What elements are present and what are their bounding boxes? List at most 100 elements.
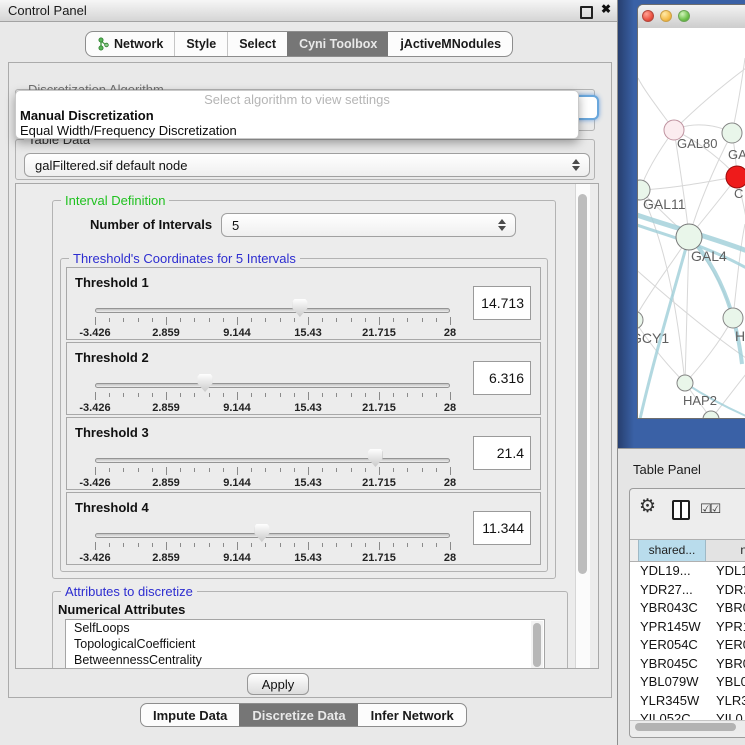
cell-shared-name: YPR145W <box>638 618 706 637</box>
threshold-2-label: Threshold 2 <box>75 350 149 365</box>
bottom-tab-impute-data-label: Impute Data <box>153 708 227 723</box>
cell-shared-name: YBR045C <box>638 655 706 674</box>
close-icon[interactable]: ✖ <box>601 2 611 16</box>
threshold-4-slider[interactable]: -3.4262.8599.14415.4321.71528 <box>95 519 450 563</box>
gene-node[interactable] <box>722 123 742 143</box>
threshold-1-slider-thumb[interactable] <box>292 299 307 317</box>
tab-cyni-toolbox[interactable]: Cyni Toolbox <box>287 32 388 56</box>
hap2-node[interactable] <box>677 375 693 391</box>
attribute-list-item-topologicalcoefficient[interactable]: TopologicalCoefficient <box>66 636 544 652</box>
tab-select[interactable]: Select <box>227 32 287 56</box>
tick-mark <box>209 543 210 547</box>
network-graph[interactable]: GAL80GACGAL11GAL4GCY1HHAP2 <box>638 28 745 419</box>
node-label-gal4: GAL4 <box>691 248 727 264</box>
tick-mark <box>223 543 224 547</box>
tick-mark <box>95 467 96 475</box>
network-edge[interactable] <box>685 237 689 383</box>
tick-mark <box>109 468 110 472</box>
table-row[interactable]: YDL19...YDL1 <box>630 562 745 581</box>
tick-mark <box>109 393 110 397</box>
gcy1-node[interactable] <box>638 311 643 329</box>
bottom-tab-discretize-data[interactable]: Discretize Data <box>239 704 357 726</box>
gear-icon[interactable]: ⚙ <box>639 495 656 518</box>
network-edge[interactable] <box>640 177 737 190</box>
table-row[interactable]: YIL052CYIL0 <box>630 710 745 720</box>
table-data-group: Table Data galFiltered.sif default node <box>15 139 595 180</box>
threshold-1-label: Threshold 1 <box>75 275 149 290</box>
tick-mark <box>450 392 451 400</box>
gal4-node[interactable] <box>676 224 702 250</box>
tick-mark <box>209 318 210 322</box>
bottom-tab-impute-data[interactable]: Impute Data <box>141 704 239 726</box>
threshold-4-slider-thumb[interactable] <box>254 524 269 542</box>
network-edge[interactable] <box>732 58 745 133</box>
control-panel-window: Control Panel ✖ Network Style SelectCyni T… <box>0 0 618 745</box>
horizontal-scrollbar[interactable] <box>630 720 745 733</box>
columns-icon[interactable] <box>672 500 690 520</box>
network-edge[interactable] <box>733 224 745 318</box>
minimize-traffic-light-icon[interactable] <box>660 10 672 22</box>
node-label-h: H <box>735 328 745 344</box>
apply-button[interactable]: Apply <box>247 673 309 695</box>
close-traffic-light-icon[interactable] <box>642 10 654 22</box>
bottom-tab-infer-network[interactable]: Infer Network <box>358 704 466 726</box>
threshold-1-value-field[interactable]: 14.713 <box>473 286 531 320</box>
attribute-list-item-selfloops[interactable]: SelfLoops <box>66 620 544 636</box>
zoom-traffic-light-icon[interactable] <box>678 10 690 22</box>
slider-track[interactable] <box>95 308 450 313</box>
tab-style-label: Style <box>186 37 216 51</box>
vertical-scrollbar[interactable] <box>575 184 590 668</box>
table-data-combobox[interactable]: galFiltered.sif default node <box>24 153 590 177</box>
network-canvas[interactable]: GAL80GACGAL11GAL4GCY1HHAP2 <box>638 28 745 419</box>
column-header-shared-name[interactable]: shared... <box>638 540 706 561</box>
network-window-titlebar[interactable] <box>638 5 745 29</box>
tick-label: 28 <box>444 402 456 414</box>
tab-jactivemnodules[interactable]: jActiveMNodules <box>388 32 512 56</box>
tab-network[interactable]: Network <box>86 32 174 56</box>
table-row[interactable]: YBR043CYBR0 <box>630 599 745 618</box>
threshold-4-value-field[interactable]: 11.344 <box>473 511 531 545</box>
h-node[interactable] <box>723 308 743 328</box>
slider-track[interactable] <box>95 383 450 388</box>
tick-mark <box>223 318 224 322</box>
threshold-2-value-field[interactable]: 6.316 <box>473 361 531 395</box>
slider-track[interactable] <box>95 458 450 463</box>
list-scrollbar-thumb[interactable] <box>533 623 541 667</box>
tick-mark <box>138 543 139 547</box>
tick-mark <box>436 318 437 322</box>
horizontal-scrollbar-thumb[interactable] <box>635 723 736 731</box>
list-scrollbar[interactable] <box>531 621 543 669</box>
threshold-3-slider[interactable]: -3.4262.8599.14415.4321.71528 <box>95 444 450 488</box>
threshold-1-slider[interactable]: -3.4262.8599.14415.4321.71528 <box>95 294 450 338</box>
table-row[interactable]: YLR345WYLR3 <box>630 692 745 711</box>
slider-track[interactable] <box>95 533 450 538</box>
column-checkboxes-icon[interactable]: ☑☑ <box>700 501 719 517</box>
table-row[interactable]: YER054CYER0 <box>630 636 745 655</box>
threshold-3-value-field[interactable]: 21.4 <box>473 436 531 470</box>
red-node[interactable] <box>726 166 745 188</box>
table-row[interactable]: YPR145WYPR1 <box>630 618 745 637</box>
threshold-2-slider[interactable]: -3.4262.8599.14415.4321.71528 <box>95 369 450 413</box>
dropdown-option-equal-width-frequency[interactable]: Equal Width/Frequency Discretization <box>16 123 578 138</box>
network-edge[interactable] <box>640 237 689 419</box>
network-edge[interactable] <box>685 318 733 383</box>
numerical-attributes-list[interactable]: SelfLoopsTopologicalCoefficientBetweenne… <box>65 619 545 669</box>
threshold-3-slider-thumb[interactable] <box>368 449 383 467</box>
attributes-group-title: Attributes to discretize <box>61 584 197 599</box>
attribute-list-item-betweennesscentrality[interactable]: BetweennessCentrality <box>66 652 544 668</box>
tick-mark <box>351 543 352 547</box>
table-row[interactable]: YDR27...YDR2 <box>630 581 745 600</box>
table-row[interactable]: YBR045CYBR0 <box>630 655 745 674</box>
table-row[interactable]: YBL079WYBL0 <box>630 673 745 692</box>
tick-mark <box>322 393 323 397</box>
float-window-icon[interactable] <box>580 6 593 19</box>
window-title: Control Panel <box>8 3 87 18</box>
dropdown-option-manual-discretization[interactable]: Manual Discretization <box>16 108 578 123</box>
tab-style[interactable]: Style <box>174 32 227 56</box>
number-of-intervals-combobox[interactable]: 5 <box>221 213 516 237</box>
tick-mark <box>166 542 167 550</box>
vertical-scrollbar-thumb[interactable] <box>578 194 587 574</box>
threshold-2-slider-thumb[interactable] <box>198 374 213 392</box>
column-header-name[interactable]: na <box>706 540 745 561</box>
tick-mark <box>422 318 423 322</box>
